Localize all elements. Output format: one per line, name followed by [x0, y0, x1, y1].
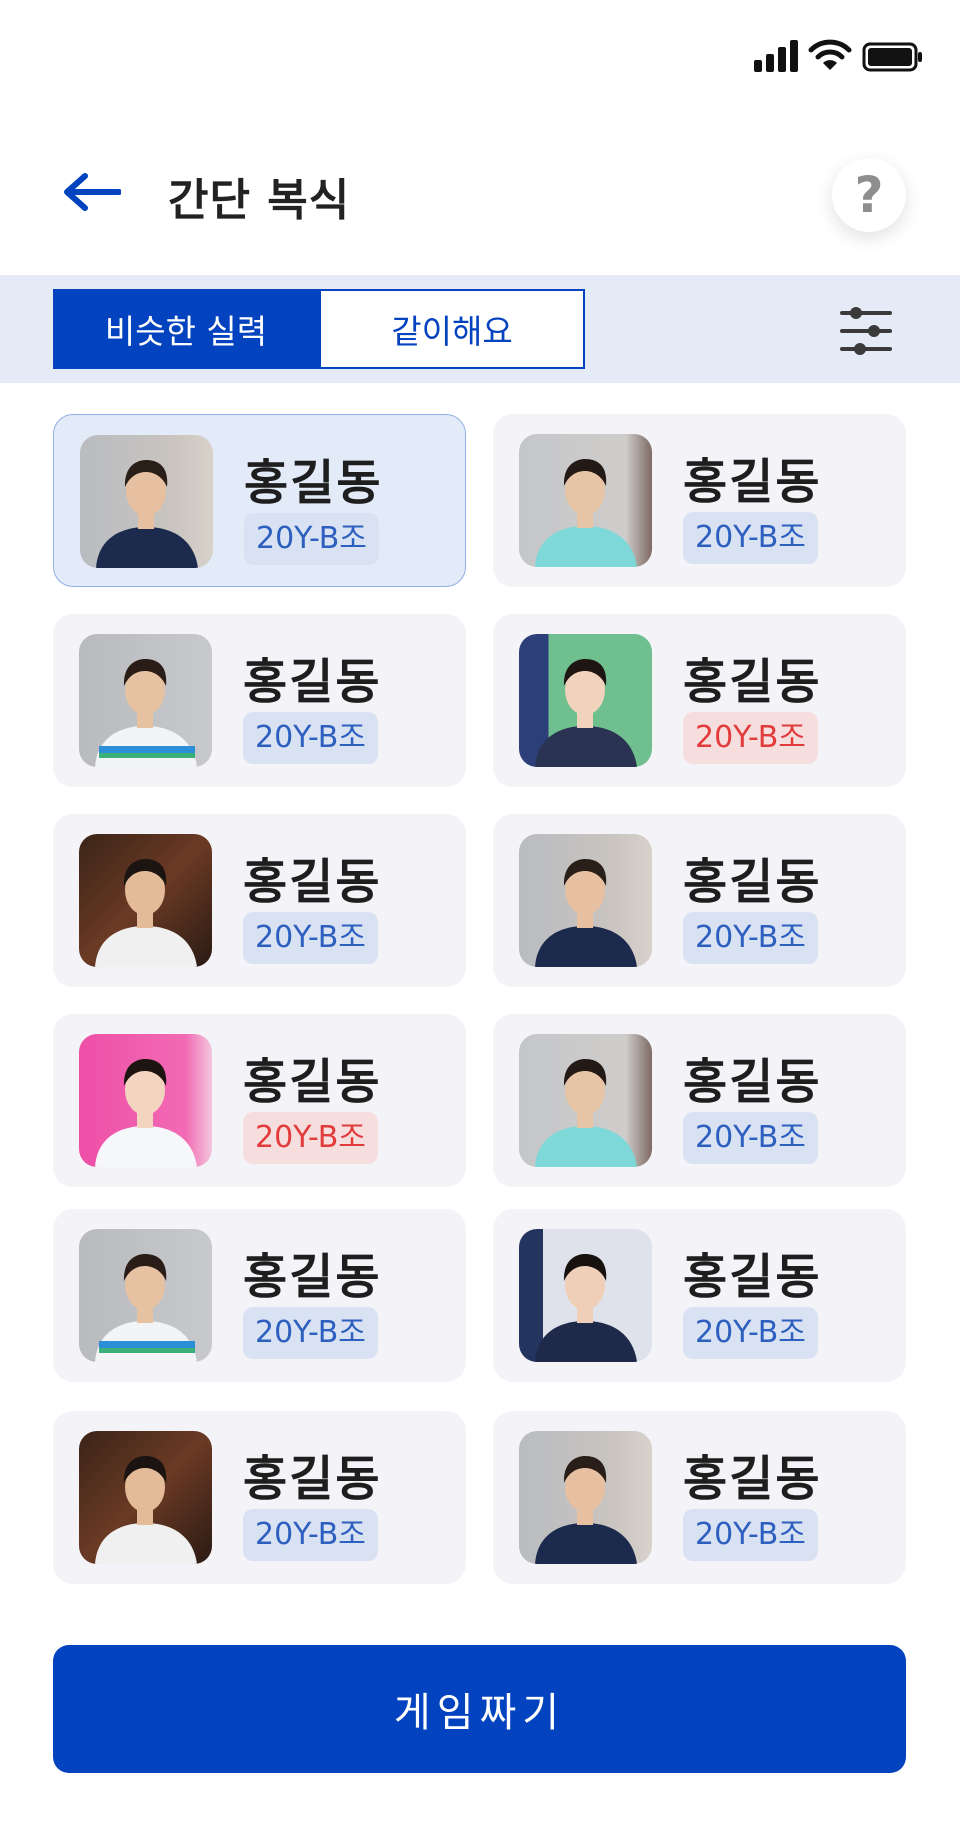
filter-sliders-icon[interactable]: [838, 303, 894, 359]
question-mark-icon: ?: [854, 166, 884, 224]
player-avatar: [519, 1431, 652, 1564]
player-card[interactable]: 홍길동 20Y-B조: [493, 1014, 906, 1187]
make-game-button[interactable]: 게임짜기: [53, 1645, 906, 1773]
player-avatar: [80, 435, 213, 568]
player-name: 홍길동: [683, 1054, 822, 1110]
group-badge: 20Y-B조: [683, 1307, 818, 1359]
player-card[interactable]: 홍길동 20Y-B조: [53, 1411, 466, 1584]
group-badge: 20Y-B조: [243, 712, 378, 764]
group-badge: 20Y-B조: [243, 1509, 378, 1561]
player-card[interactable]: 홍길동 20Y-B조: [53, 614, 466, 787]
player-avatar: [79, 1431, 212, 1564]
player-avatar: [519, 434, 652, 567]
player-card[interactable]: 홍길동 20Y-B조: [53, 814, 466, 987]
player-name: 홍길동: [683, 1451, 822, 1507]
group-badge: 20Y-B조: [243, 1112, 378, 1164]
tab-similar-skill[interactable]: 비슷한 실력: [53, 289, 319, 369]
back-button[interactable]: [56, 160, 126, 224]
arrow-left-icon: [64, 173, 121, 211]
player-avatar: [519, 834, 652, 967]
header: 간단 복식 ?: [0, 140, 960, 248]
player-name: 홍길동: [243, 1054, 382, 1110]
tab-bar: 비슷한 실력 같이해요: [0, 275, 960, 383]
player-name: 홍길동: [683, 454, 822, 510]
player-card[interactable]: 홍길동 20Y-B조: [493, 1209, 906, 1382]
group-badge: 20Y-B조: [683, 912, 818, 964]
player-name: 홍길동: [244, 455, 383, 511]
group-badge: 20Y-B조: [244, 513, 379, 565]
group-badge: 20Y-B조: [683, 712, 818, 764]
player-card[interactable]: 홍길동 20Y-B조: [53, 1014, 466, 1187]
player-avatar: [79, 634, 212, 767]
player-avatar: [519, 1034, 652, 1167]
player-name: 홍길동: [683, 854, 822, 910]
player-card[interactable]: 홍길동 20Y-B조: [493, 1411, 906, 1584]
player-name: 홍길동: [243, 654, 382, 710]
wifi-icon: [808, 39, 852, 70]
page-title: 간단 복식: [168, 175, 351, 226]
app-screen: 간단 복식 ? 비슷한 실력 같이해요 홍길동 20Y-B조 홍길동 20Y-B조 홍길…: [0, 0, 960, 1826]
group-badge: 20Y-B조: [683, 512, 818, 564]
player-name: 홍길동: [683, 654, 822, 710]
player-name: 홍길동: [243, 1451, 382, 1507]
player-name: 홍길동: [683, 1249, 822, 1305]
tab-play-together[interactable]: 같이해요: [319, 289, 585, 369]
player-name: 홍길동: [243, 1249, 382, 1305]
group-badge: 20Y-B조: [683, 1509, 818, 1561]
player-card[interactable]: 홍길동 20Y-B조: [493, 414, 906, 587]
status-bar: [0, 0, 960, 112]
player-avatar: [519, 1229, 652, 1362]
player-avatar: [79, 1229, 212, 1362]
player-name: 홍길동: [243, 854, 382, 910]
player-card[interactable]: 홍길동 20Y-B조: [53, 414, 466, 587]
battery-icon: [862, 42, 922, 72]
help-button[interactable]: ?: [832, 158, 906, 232]
group-badge: 20Y-B조: [683, 1112, 818, 1164]
player-card[interactable]: 홍길동 20Y-B조: [493, 814, 906, 987]
player-avatar: [79, 834, 212, 967]
player-avatar: [519, 634, 652, 767]
group-badge: 20Y-B조: [243, 912, 378, 964]
player-card[interactable]: 홍길동 20Y-B조: [493, 614, 906, 787]
player-card[interactable]: 홍길동 20Y-B조: [53, 1209, 466, 1382]
cellular-signal-icon: [754, 40, 798, 72]
player-avatar: [79, 1034, 212, 1167]
group-badge: 20Y-B조: [243, 1307, 378, 1359]
